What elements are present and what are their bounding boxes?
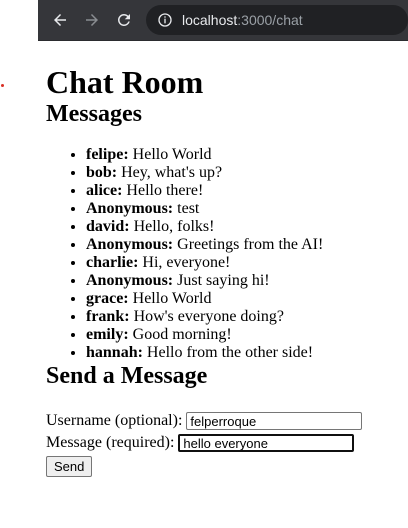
forward-button[interactable] (80, 8, 104, 32)
message-item: alice: Hello there! (86, 182, 396, 200)
message-user: felipe: (86, 146, 129, 163)
message-text: Hello World (128, 290, 212, 307)
site-info-icon[interactable] (156, 11, 174, 29)
messages-heading: Messages (46, 101, 142, 127)
message-item: felipe: Hello World (86, 146, 396, 164)
message-user: emily: (86, 326, 129, 343)
message-label: Message (required): (46, 434, 175, 451)
url-text[interactable]: localhost:3000/chat (182, 12, 303, 28)
message-item: Anonymous: test (86, 200, 396, 218)
message-text: Hello, folks! (129, 218, 215, 235)
username-row: Username (optional): (46, 410, 396, 432)
back-button[interactable] (48, 8, 72, 32)
message-item: bob: Hey, what's up? (86, 164, 396, 182)
message-row: Message (required): (46, 432, 396, 454)
message-user: frank: (86, 308, 130, 325)
message-item: charlie: Hi, everyone! (86, 254, 396, 272)
username-label: Username (optional): (46, 412, 183, 429)
send-button[interactable]: Send (46, 456, 93, 477)
send-message-form: Username (optional): Message (required):… (46, 410, 396, 477)
message-item: Anonymous: Greetings from the AI! (86, 236, 396, 254)
stray-dot (1, 84, 4, 87)
message-user: grace: (86, 290, 129, 307)
message-input[interactable] (178, 434, 355, 452)
message-user: Anonymous: (86, 200, 174, 217)
page-content: Chat Room Messages felipe: Hello World b… (46, 56, 396, 477)
message-text: Hello there! (122, 182, 204, 199)
message-text: Greetings from the AI! (173, 236, 324, 253)
send-message-heading: Send a Message (46, 363, 208, 389)
message-text: Good morning! (128, 326, 232, 343)
message-text: Hello World (128, 146, 212, 163)
message-user: Anonymous: (86, 236, 174, 253)
message-text: Hello from the other side! (142, 344, 314, 361)
username-input[interactable] (186, 412, 363, 430)
message-user: Anonymous: (86, 272, 174, 289)
reload-button[interactable] (112, 8, 136, 32)
message-item: emily: Good morning! (86, 326, 396, 344)
message-list: felipe: Hello World bob: Hey, what's up?… (46, 146, 396, 362)
message-user: alice: (86, 182, 123, 199)
page-title: Chat Room (46, 64, 204, 100)
url-host: localhost (182, 12, 238, 28)
message-text: Hi, everyone! (138, 254, 231, 271)
message-user: david: (86, 218, 130, 235)
browser-toolbar: localhost:3000/chat (38, 0, 408, 41)
message-user: hannah: (86, 344, 143, 361)
message-text: Hey, what's up? (117, 164, 223, 181)
message-text: test (173, 200, 200, 217)
message-item: frank: How's everyone doing? (86, 308, 396, 326)
reload-icon (118, 14, 130, 26)
address-bar[interactable]: localhost:3000/chat (146, 5, 408, 35)
url-path: :3000/chat (237, 12, 303, 28)
arrow-right-icon (86, 14, 98, 26)
site-info-glyph (158, 13, 172, 27)
message-user: bob: (86, 164, 118, 181)
message-item: grace: Hello World (86, 290, 396, 308)
message-user: charlie: (86, 254, 139, 271)
message-item: Anonymous: Just saying hi! (86, 272, 396, 290)
arrow-left-icon (54, 14, 66, 26)
message-item: hannah: Hello from the other side! (86, 344, 396, 362)
message-text: Just saying hi! (173, 272, 270, 289)
message-text: How's everyone doing? (129, 308, 284, 325)
message-item: david: Hello, folks! (86, 218, 396, 236)
